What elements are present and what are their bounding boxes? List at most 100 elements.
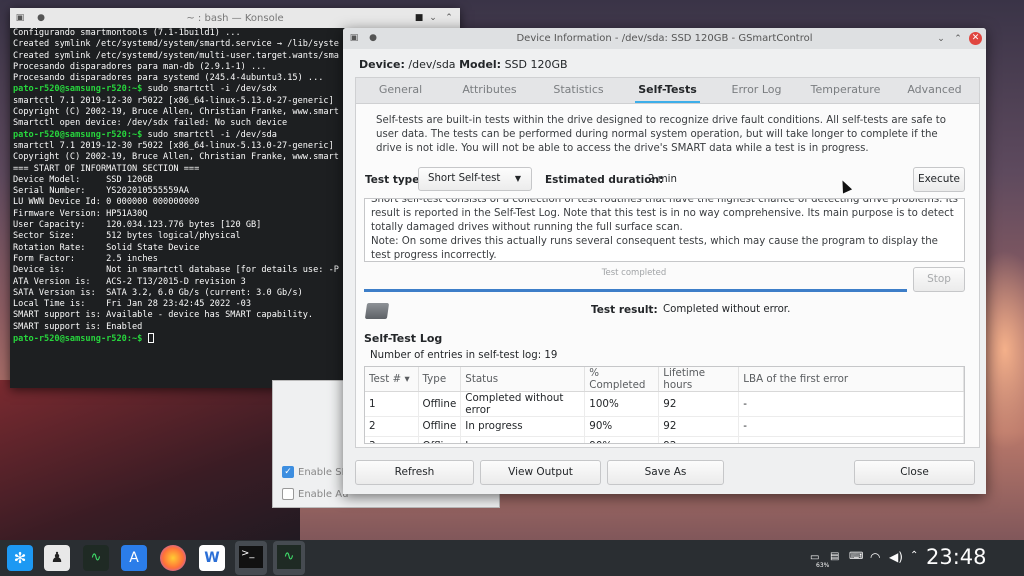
terminal-text: Device Model: SSD 120GB <box>13 174 153 185</box>
result-value: Completed without error. <box>663 304 791 315</box>
execute-button[interactable]: Execute <box>913 167 965 192</box>
maximize-icon[interactable]: ⌃ <box>444 13 454 23</box>
intro-text: Self-tests are built-in tests within the… <box>376 115 946 154</box>
tab-statistics[interactable]: Statistics <box>534 78 623 103</box>
result-label: Test result: <box>591 304 658 316</box>
enable-auto-checkbox[interactable] <box>282 488 294 500</box>
battery-percent: 63% <box>816 562 830 569</box>
table-cell: 92 <box>658 416 740 437</box>
app-store-icon[interactable]: A <box>121 545 147 571</box>
clipboard-icon[interactable]: ▤ <box>830 551 839 562</box>
maximize-icon[interactable]: ⌃ <box>953 34 963 44</box>
terminal-text: Sector Size: 512 bytes logical/physical <box>13 231 241 242</box>
terminal-text: Copyright (C) 2002-19, Bruce Allen, Chri… <box>13 152 339 163</box>
log-count: Number of entries in self-test log: 19 <box>370 350 558 361</box>
test-type-value: Short Self-test <box>428 173 501 184</box>
clock[interactable]: 23:48 <box>926 545 987 569</box>
refresh-button[interactable]: Refresh <box>355 460 474 485</box>
terminal-text: SATA Version is: SATA 3.2, 6.0 Gb/s (cur… <box>13 287 303 298</box>
mouse-pointer-icon <box>837 178 853 194</box>
konsole-menu-icon[interactable]: ■ <box>414 13 424 23</box>
terminal-text: smartctl 7.1 2019-12-30 r5022 [x86_64-li… <box>13 95 334 106</box>
column-header[interactable]: Lifetime hours <box>658 367 740 392</box>
stop-button[interactable]: Stop <box>913 267 965 292</box>
table-cell: 1 <box>365 391 419 417</box>
gsmartcontrol-icon: ∿ <box>277 545 301 569</box>
tab-error-log[interactable]: Error Log <box>712 78 801 103</box>
table-cell: 92 <box>658 391 740 417</box>
terminal-text: ATA Version is: ACS-2 T13/2015-D revisio… <box>13 276 246 287</box>
close-button[interactable]: Close <box>854 460 975 485</box>
table-row[interactable]: 3OfflineIn progress90%92- <box>365 436 964 443</box>
konsole-titlebar[interactable]: ▣ ● ~ : bash — Konsole ■ ⌄ ⌃ <box>10 8 460 28</box>
terminal-text: Rotation Rate: Solid State Device <box>13 242 200 253</box>
terminal-text: Created symlink /etc/systemd/system/smar… <box>13 39 339 50</box>
column-header[interactable]: Status <box>460 367 586 392</box>
konsole-task[interactable]: >_ <box>235 541 267 575</box>
expand-tray-icon[interactable]: ⌃ <box>910 550 918 561</box>
network-icon[interactable]: ◠ <box>870 550 880 564</box>
terminal-prompt: pato-r520@samsung-r520:~$ <box>13 334 143 345</box>
minimize-icon[interactable]: ⌄ <box>936 34 946 44</box>
wps-office-icon[interactable]: W <box>199 545 225 571</box>
app-launcher-icon[interactable]: ✻ <box>7 545 33 571</box>
column-header[interactable]: % Completed <box>584 367 660 392</box>
enable-smart-checkbox[interactable]: ✓ <box>282 466 294 478</box>
terminal-text: === START OF INFORMATION SECTION === <box>13 163 200 174</box>
konsole-title: ~ : bash — Konsole <box>186 12 284 24</box>
table-row[interactable]: 1 Offline Completed without error 100% 92- <box>365 391 964 417</box>
column-header[interactable]: Test # ▾ <box>365 367 419 392</box>
terminal-text: User Capacity: 120.034.123.776 bytes [12… <box>13 220 262 231</box>
description-note: Note: On some drives this actually runs … <box>371 236 938 261</box>
gsmartcontrol-task[interactable]: ∿ <box>273 541 305 575</box>
tab-temperature-log[interactable]: Temperature Log <box>801 78 890 120</box>
terminal-text: Serial Number: YS202010555559AA <box>13 186 189 197</box>
tab-general[interactable]: General <box>356 78 445 103</box>
model-label: Model: <box>459 58 502 71</box>
duration-value: 2 min <box>648 174 677 185</box>
window-title: Device Information - /dev/sda: SSD 120GB… <box>516 33 813 44</box>
background-image <box>0 380 300 550</box>
model-value: SSD 120GB <box>504 58 568 71</box>
progress-text: Test completed <box>601 268 667 278</box>
column-header[interactable]: LBA of the first error <box>738 367 964 392</box>
table-cell: - <box>738 436 964 443</box>
table-row[interactable]: 2 Offline In progress 90% 92- <box>365 416 964 437</box>
table-cell: Completed without error <box>460 391 586 417</box>
save-as-button[interactable]: Save As <box>607 460 724 485</box>
close-icon[interactable]: ✕ <box>969 32 982 45</box>
self-test-log-table[interactable]: Test # ▾ Type Status% Completed Lifetime ho… <box>364 366 965 444</box>
minimize-icon[interactable]: ⌄ <box>428 13 438 23</box>
tab-bar: General Attributes Statistics Self-Tests… <box>355 77 980 120</box>
linux-tux-icon[interactable]: ♟ <box>44 545 70 571</box>
table-cell: Offline <box>418 416 462 437</box>
terminal-text: SMART support is: Available - device has… <box>13 310 314 321</box>
table-body: 1 Offline Completed without error 100% 92-2 O… <box>365 391 964 443</box>
table-cell: 90% <box>584 416 660 437</box>
device-info-window[interactable]: ▣ ● Device Information - /dev/sda: SSD 1… <box>343 28 986 494</box>
gsc-titlebar[interactable]: ▣ ● Device Information - /dev/sda: SSD 1… <box>343 28 986 49</box>
device-summary: Device: /dev/sda Model: SSD 120GB <box>359 58 568 71</box>
table-cell: Offline <box>418 391 462 417</box>
volume-icon[interactable]: ◀) <box>889 550 903 564</box>
description-text: Short self-test consists of a collection… <box>371 198 958 233</box>
terminal-icon: >_ <box>239 546 263 568</box>
table-cell: 2 <box>365 416 419 437</box>
test-type-select[interactable]: Short Self-test ▼ <box>418 167 532 191</box>
tab-attributes[interactable]: Attributes <box>445 78 534 103</box>
self-tests-panel: Self-tests are built-in tests within the… <box>355 103 980 448</box>
terminal-text: Configurando smartmontools (7.1-1build1)… <box>13 28 241 38</box>
test-description[interactable]: Short self-test consists of a collection… <box>364 198 965 262</box>
terminal-prompt: pato-r520@samsung-r520:~$ <box>13 129 143 140</box>
terminal-text: Procesando disparadores para man-db (2.9… <box>13 61 267 72</box>
terminal-text: Device is: Not in smartctl database [for… <box>13 265 339 276</box>
keyboard-icon[interactable]: ⌨ <box>849 551 863 562</box>
view-output-button[interactable]: View Output <box>480 460 601 485</box>
terminal-text: Copyright (C) 2002-19, Bruce Allen, Chri… <box>13 107 339 118</box>
tab-self-tests[interactable]: Self-Tests <box>623 78 712 103</box>
firefox-icon[interactable] <box>160 545 186 571</box>
device-label: Device: <box>359 58 405 71</box>
system-monitor-icon[interactable]: ∿ <box>83 545 109 571</box>
column-header[interactable]: Type <box>418 367 462 392</box>
tab-advanced[interactable]: Advanced <box>890 78 979 103</box>
